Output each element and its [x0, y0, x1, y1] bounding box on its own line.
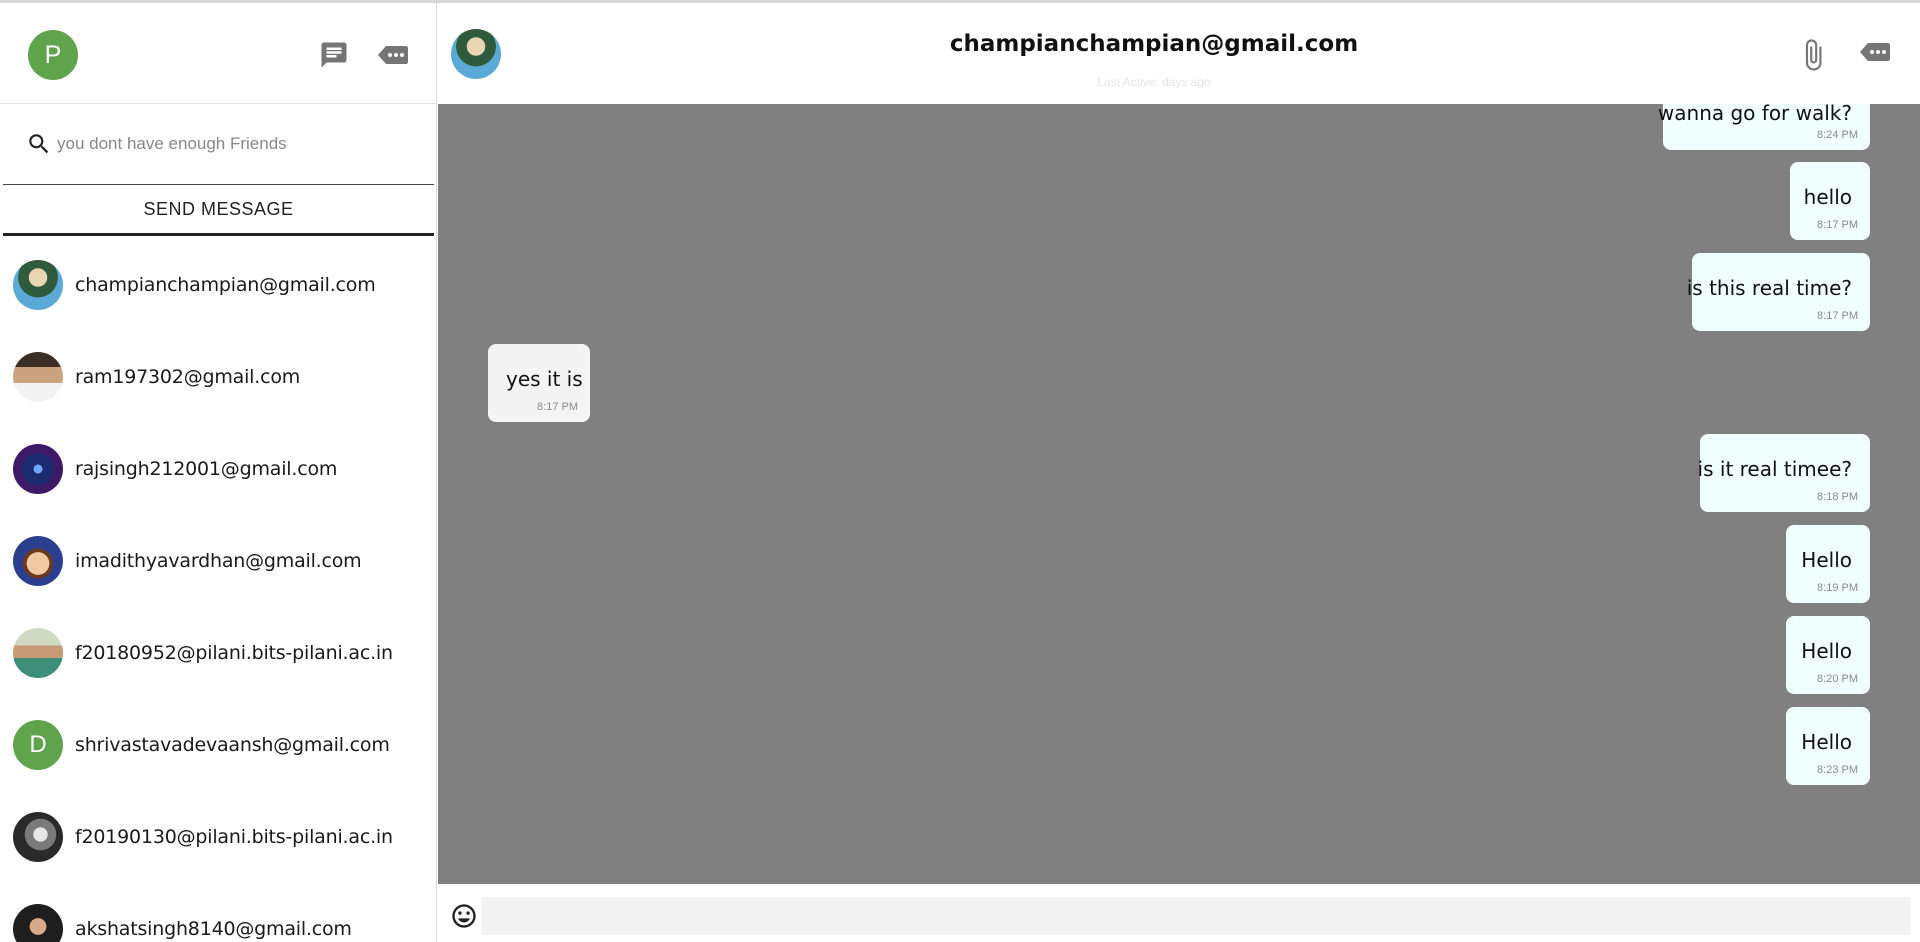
- message-text: yes it is: [506, 367, 583, 391]
- sidebar: P SEND MESSAGE champianchampian@gmail.co…: [0, 3, 437, 942]
- message-time: 8:20 PM: [1817, 673, 1858, 685]
- contact-item[interactable]: D shrivastavadevaansh@gmail.com: [0, 699, 436, 791]
- contact-avatar: [13, 536, 63, 586]
- message-text: Hello: [1801, 639, 1852, 663]
- message-input[interactable]: [482, 897, 1910, 935]
- send-message-button[interactable]: SEND MESSAGE: [3, 184, 434, 236]
- peer-status: Last Active: days ago: [1097, 75, 1211, 89]
- more-icon[interactable]: [376, 38, 410, 72]
- message-time: 8:17 PM: [1817, 219, 1858, 231]
- contact-avatar: [13, 812, 63, 862]
- search-icon: [26, 131, 52, 157]
- contact-email: shrivastavadevaansh@gmail.com: [75, 734, 390, 756]
- contact-avatar: [13, 260, 63, 310]
- contact-item[interactable]: ram197302@gmail.com: [0, 331, 436, 423]
- message-list[interactable]: wanna go for walk? 8:24 PM hello 8:17 PM…: [438, 104, 1920, 884]
- message-text: is this real time?: [1686, 276, 1852, 300]
- message-bubble-outgoing: Hello 8:20 PM: [1786, 616, 1870, 694]
- peer-name: champianchampian@gmail.com: [949, 31, 1359, 57]
- message-bubble-outgoing: Hello 8:19 PM: [1786, 525, 1870, 603]
- message-bubble-outgoing: is it real timee? 8:18 PM: [1697, 434, 1870, 512]
- sidebar-header: P: [0, 3, 436, 104]
- message-time: 8:19 PM: [1817, 582, 1858, 594]
- message-bubble-outgoing: hello 8:17 PM: [1790, 162, 1870, 240]
- contact-item[interactable]: rajsingh212001@gmail.com: [0, 423, 436, 515]
- chat-header: champianchampian@gmail.com Last Active: …: [438, 3, 1920, 104]
- message-text: is it real timee?: [1697, 457, 1852, 481]
- contact-avatar: [13, 628, 63, 678]
- contact-email: f20180952@pilani.bits-pilani.ac.in: [75, 642, 393, 664]
- more-icon[interactable]: [1859, 40, 1893, 74]
- contact-item[interactable]: f20190130@pilani.bits-pilani.ac.in: [0, 791, 436, 883]
- message-bubble-outgoing: Hello 8:23 PM: [1786, 707, 1870, 785]
- contact-avatar: [13, 352, 63, 402]
- message-time: 8:18 PM: [1817, 491, 1858, 503]
- contact-item[interactable]: imadithyavardhan@gmail.com: [0, 515, 436, 607]
- message-text: Hello: [1801, 730, 1852, 754]
- contact-email: rajsingh212001@gmail.com: [75, 458, 338, 480]
- message-text: hello: [1803, 185, 1852, 209]
- contact-email: f20190130@pilani.bits-pilani.ac.in: [75, 826, 393, 848]
- contact-email: imadithyavardhan@gmail.com: [75, 550, 362, 572]
- contact-avatar: [13, 444, 63, 494]
- message-time: 8:24 PM: [1817, 129, 1858, 141]
- message-text: Hello: [1801, 548, 1852, 572]
- contact-list: champianchampian@gmail.com ram197302@gma…: [0, 239, 436, 942]
- contact-avatar: D: [13, 720, 63, 770]
- contact-item[interactable]: champianchampian@gmail.com: [0, 239, 436, 331]
- message-time: 8:23 PM: [1817, 764, 1858, 776]
- message-text: wanna go for walk?: [1657, 104, 1852, 125]
- message-time: 8:17 PM: [537, 401, 578, 413]
- message-bubble-outgoing: is this real time? 8:17 PM: [1687, 253, 1870, 331]
- contact-item[interactable]: f20180952@pilani.bits-pilani.ac.in: [0, 607, 436, 699]
- message-bubble-outgoing: wanna go for walk? 8:24 PM: [1658, 104, 1870, 150]
- message-bubble-incoming: yes it is 8:17 PM: [488, 344, 590, 422]
- contact-avatar: [13, 904, 63, 942]
- contact-email: ram197302@gmail.com: [75, 366, 301, 388]
- paperclip-icon[interactable]: [1796, 35, 1830, 75]
- contact-email: akshatsingh8140@gmail.com: [75, 918, 352, 940]
- contact-item[interactable]: akshatsingh8140@gmail.com: [0, 883, 436, 942]
- emoji-icon[interactable]: [450, 902, 478, 930]
- message-time: 8:17 PM: [1817, 310, 1858, 322]
- contact-email: champianchampian@gmail.com: [75, 274, 376, 296]
- search-bar: [0, 104, 436, 184]
- user-avatar[interactable]: P: [28, 30, 78, 80]
- search-input[interactable]: [57, 126, 417, 162]
- message-composer: [438, 884, 1920, 942]
- chat-icon[interactable]: [317, 38, 351, 72]
